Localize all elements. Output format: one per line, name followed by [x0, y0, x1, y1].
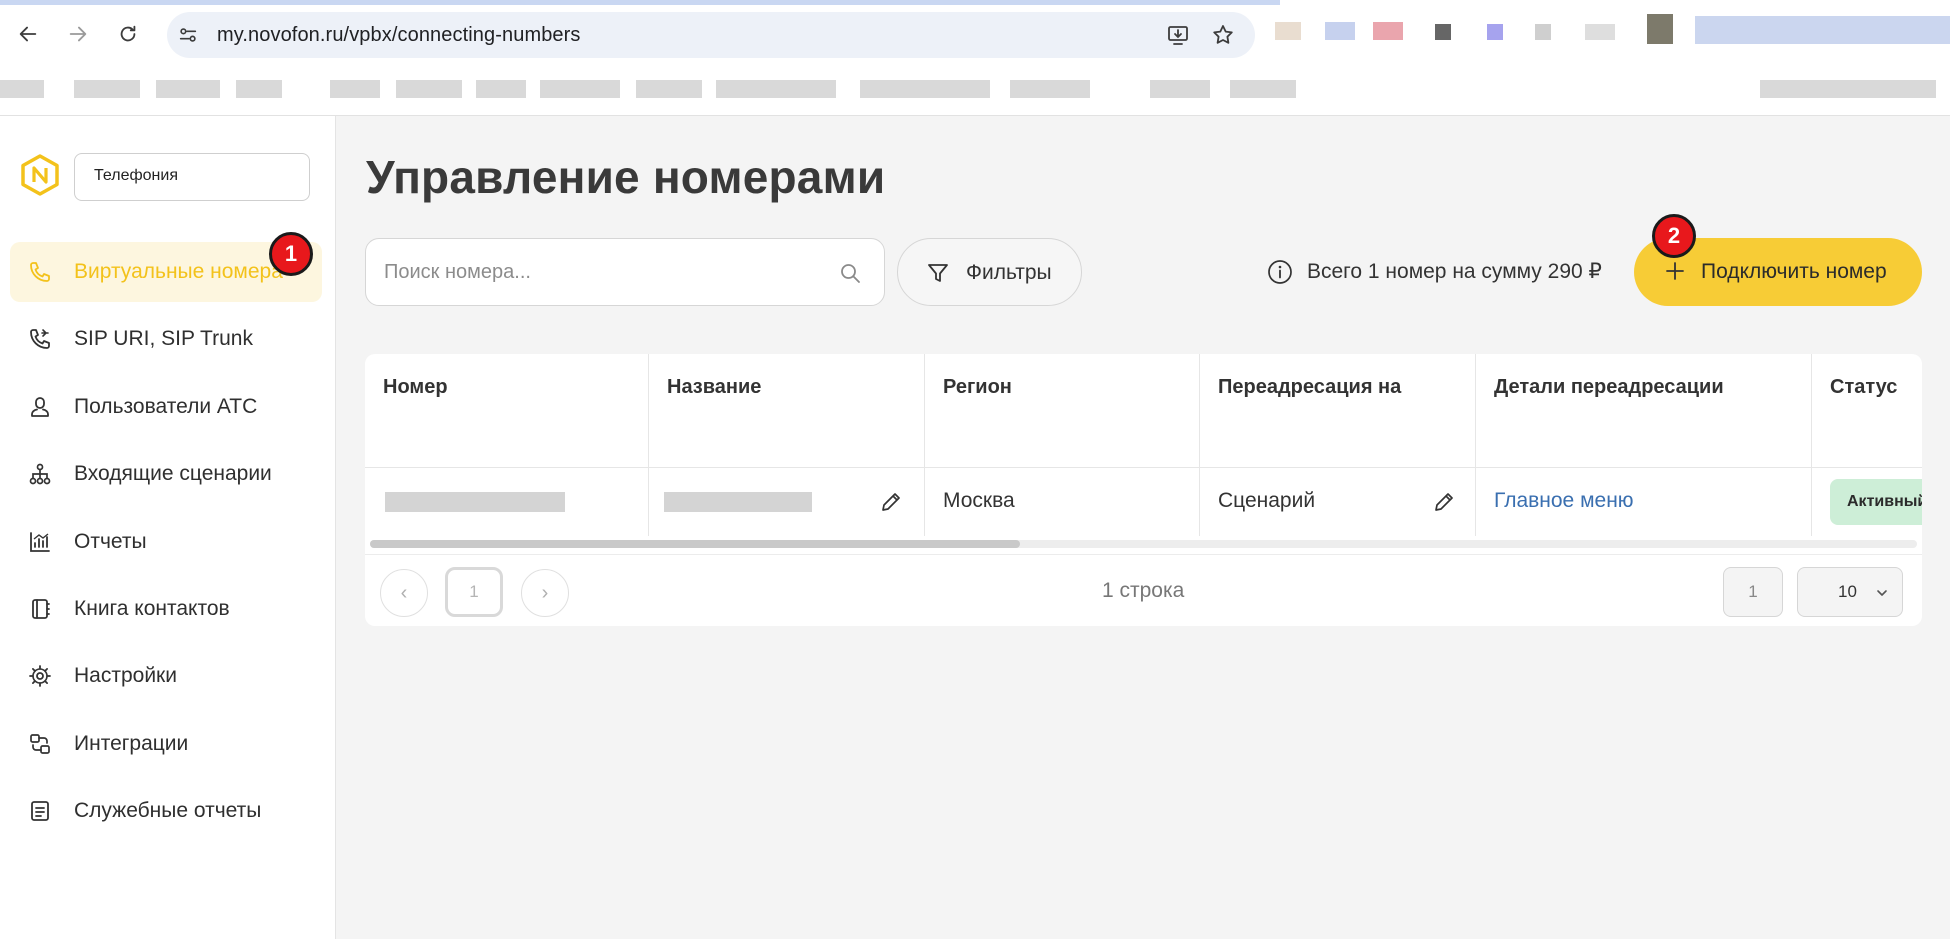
sidebar-item-pbx-users[interactable]: Пользователи АТС — [10, 377, 322, 437]
annotation-marker-2: 2 — [1652, 214, 1696, 258]
user-icon — [31, 396, 49, 417]
phone-sip-icon — [30, 329, 50, 350]
reports-chart-icon — [30, 531, 50, 552]
sidebar-item-incoming-scenarios[interactable]: Входящие сценарии — [10, 444, 322, 504]
edit-pencil-icon[interactable] — [879, 490, 903, 514]
gear-icon — [29, 665, 51, 688]
numbers-table: Номер Название Регион Переадресация на Д… — [365, 354, 1922, 626]
sidebar-nav: Виртуальные номера SIP URI, SIP Trunk По… — [10, 242, 322, 849]
url-text: my.novofon.ru/vpbx/connecting-numbers — [217, 24, 581, 46]
search-icon[interactable] — [838, 261, 862, 285]
cell-forward-to: Сценарий — [1200, 468, 1476, 536]
sidebar-item-label: Интеграции — [74, 731, 189, 755]
per-page-value: 10 — [1838, 582, 1857, 601]
column-header-region[interactable]: Регион — [925, 354, 1200, 468]
page-title: Управление номерами — [366, 151, 886, 203]
horizontal-scrollbar-thumb[interactable] — [370, 540, 1020, 548]
plus-icon — [1666, 262, 1684, 280]
integrations-icon — [30, 733, 50, 754]
forward-details-link[interactable]: Главное меню — [1494, 489, 1634, 513]
scenario-tree-icon — [29, 463, 51, 485]
forward-button[interactable] — [64, 20, 92, 48]
address-bar[interactable]: my.novofon.ru/vpbx/connecting-numbers — [167, 12, 1255, 58]
filters-label: Фильтры — [966, 261, 1052, 284]
sidebar-item-label: Настройки — [74, 664, 177, 688]
sidebar-item-service-reports[interactable]: Служебные отчеты — [10, 781, 322, 841]
cell-forward-to-text: Сценарий — [1218, 489, 1316, 512]
filter-funnel-icon — [928, 264, 948, 282]
pagination: ‹ 1 › 1 строка 1 10 — [365, 554, 1922, 626]
novofon-logo-icon[interactable] — [19, 154, 61, 196]
redacted-name — [664, 492, 812, 512]
sidebar-item-settings[interactable]: Настройки — [10, 646, 322, 706]
sidebar-item-sip[interactable]: SIP URI, SIP Trunk — [10, 309, 322, 369]
bookmark-star-icon[interactable] — [1211, 23, 1235, 47]
cell-status: Активный — [1812, 468, 1922, 536]
sidebar-item-label: Виртуальные номера — [74, 260, 283, 283]
browser-toolbar: my.novofon.ru/vpbx/connecting-numbers — [0, 0, 1950, 72]
redacted-number — [385, 492, 565, 512]
sidebar-item-label: Книга контактов — [74, 596, 230, 620]
extensions-area — [1275, 14, 1950, 58]
bookmarks-bar — [0, 72, 1950, 116]
sidebar-item-label: SIP URI, SIP Trunk — [74, 327, 253, 351]
arrow-right-icon — [69, 26, 87, 42]
numbers-summary: Всего 1 номер на сумму 290 ₽ — [1307, 260, 1602, 283]
rows-count: 1 строка — [1102, 579, 1185, 602]
sidebar-item-label: Входящие сценарии — [74, 462, 272, 486]
sidebar-item-label: Служебные отчеты — [74, 799, 262, 823]
next-page-button[interactable]: › — [521, 569, 569, 617]
install-app-icon[interactable] — [1166, 23, 1190, 47]
document-icon — [31, 801, 49, 822]
sidebar-item-label: Отчеты — [74, 529, 147, 553]
filters-button[interactable]: Фильтры — [897, 238, 1082, 306]
cell-name — [649, 468, 925, 536]
arrow-left-icon — [19, 26, 37, 42]
column-header-number[interactable]: Номер — [365, 354, 649, 468]
annotation-marker-1: 1 — [269, 232, 313, 276]
site-settings-icon[interactable] — [177, 24, 199, 46]
reload-button[interactable] — [114, 20, 142, 48]
table-row[interactable]: Москва Сценарий Главное меню Активный — [365, 468, 1922, 536]
phone-icon — [30, 262, 50, 282]
column-header-forward-to[interactable]: Переадресация на — [1200, 354, 1476, 468]
product-selector[interactable]: Телефония — [74, 153, 310, 201]
per-page-select[interactable]: 10 — [1797, 567, 1903, 617]
status-badge: Активный — [1830, 479, 1922, 525]
reload-icon — [120, 25, 136, 42]
column-header-status[interactable]: Статус — [1812, 354, 1922, 468]
sidebar-item-contact-book[interactable]: Книга контактов — [10, 579, 322, 639]
cell-region-text: Москва — [943, 489, 1015, 512]
connect-number-label: Подключить номер — [1701, 260, 1887, 283]
cell-forward-details: Главное меню — [1476, 468, 1812, 536]
search-box — [365, 238, 885, 306]
search-input[interactable] — [384, 257, 814, 287]
prev-page-button[interactable]: ‹ — [380, 569, 428, 617]
current-page-button[interactable]: 1 — [445, 567, 503, 617]
tab-strip-edge — [0, 0, 1280, 5]
sidebar-item-integrations[interactable]: Интеграции — [10, 714, 322, 774]
cell-number — [365, 468, 649, 536]
chevron-down-icon — [1877, 590, 1887, 596]
back-button[interactable] — [14, 20, 42, 48]
sidebar-item-label: Пользователи АТС — [74, 394, 258, 418]
page-number-input[interactable]: 1 — [1723, 567, 1783, 617]
cell-region: Москва — [925, 468, 1200, 536]
info-icon — [1268, 260, 1292, 284]
edit-pencil-icon[interactable] — [1432, 490, 1456, 514]
sidebar-item-reports[interactable]: Отчеты — [10, 512, 322, 572]
contact-book-icon — [32, 599, 50, 619]
table-header: Номер Название Регион Переадресация на Д… — [365, 354, 1922, 468]
column-header-forward-details[interactable]: Детали переадресации — [1476, 354, 1812, 468]
column-header-name[interactable]: Название — [649, 354, 925, 468]
